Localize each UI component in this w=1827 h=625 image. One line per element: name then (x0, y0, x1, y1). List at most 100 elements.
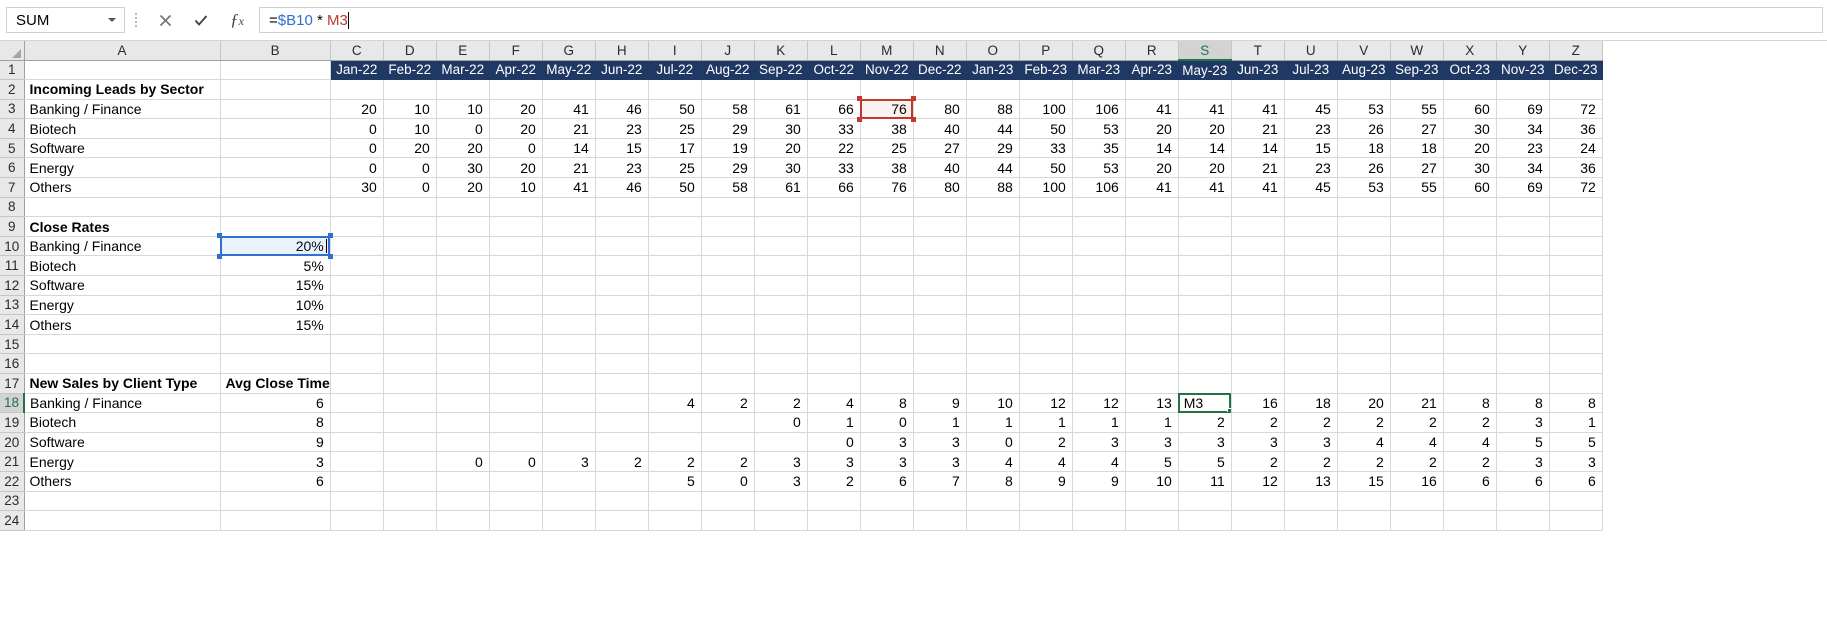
cell-G19[interactable] (542, 412, 596, 433)
cell-R6[interactable]: 20 (1125, 157, 1179, 179)
cell-R18[interactable]: 13 (1125, 393, 1179, 414)
cell-C2[interactable] (330, 79, 384, 100)
column-header-h[interactable]: H (595, 41, 649, 61)
cell-H12[interactable] (595, 275, 649, 296)
cell-F2[interactable] (489, 79, 543, 100)
cell-B6[interactable] (220, 157, 331, 179)
cell-C23[interactable] (330, 491, 384, 512)
cell-Z2[interactable] (1549, 79, 1603, 100)
column-header-u[interactable]: U (1284, 41, 1338, 61)
cell-N4[interactable]: 40 (913, 118, 967, 139)
cell-V11[interactable] (1337, 255, 1391, 277)
cell-N7[interactable]: 80 (913, 177, 967, 198)
cell-R11[interactable] (1125, 255, 1179, 277)
cell-B13[interactable]: 10% (220, 295, 331, 316)
cell-M20[interactable]: 3 (860, 432, 914, 453)
cell-Z11[interactable] (1549, 255, 1603, 277)
cell-E12[interactable] (436, 275, 490, 296)
cell-K18[interactable]: 2 (754, 393, 808, 414)
cell-K3[interactable]: 61 (754, 99, 808, 120)
cell-R17[interactable] (1125, 373, 1179, 394)
cell-A1[interactable] (24, 60, 221, 81)
cell-N14[interactable] (913, 314, 967, 335)
cell-L11[interactable] (807, 255, 861, 277)
cell-I14[interactable] (648, 314, 702, 335)
cell-C16[interactable] (330, 353, 384, 374)
cell-M1[interactable]: Nov-22 (860, 60, 914, 81)
cell-E9[interactable] (436, 216, 490, 237)
column-header-i[interactable]: I (648, 41, 702, 61)
cell-R8[interactable] (1125, 197, 1179, 218)
cell-G13[interactable] (542, 295, 596, 316)
cell-S11[interactable] (1178, 255, 1232, 277)
cell-S9[interactable] (1178, 216, 1232, 237)
cell-L8[interactable] (807, 197, 861, 218)
cell-K16[interactable] (754, 353, 808, 374)
row-header-6[interactable]: 6 (0, 157, 25, 179)
cell-I9[interactable] (648, 216, 702, 237)
cell-V18[interactable]: 20 (1337, 393, 1391, 414)
cell-P14[interactable] (1019, 314, 1073, 335)
cell-Y18[interactable]: 8 (1496, 393, 1550, 414)
cell-B4[interactable] (220, 118, 331, 139)
cell-Q21[interactable]: 4 (1072, 451, 1126, 472)
cell-I6[interactable]: 25 (648, 157, 702, 179)
cell-S3[interactable]: 41 (1178, 99, 1232, 120)
cancel-formula-button[interactable] (147, 7, 183, 33)
cell-A3[interactable]: Banking / Finance (24, 99, 221, 120)
column-header-q[interactable]: Q (1072, 41, 1126, 61)
cell-M13[interactable] (860, 295, 914, 316)
cell-N19[interactable]: 1 (913, 412, 967, 433)
cell-W3[interactable]: 55 (1390, 99, 1444, 120)
cell-T18[interactable]: 16 (1231, 393, 1285, 414)
cell-H14[interactable] (595, 314, 649, 335)
cell-N23[interactable] (913, 491, 967, 512)
cell-W22[interactable]: 16 (1390, 471, 1444, 492)
cell-B2[interactable] (220, 79, 331, 100)
cell-E1[interactable]: Mar-22 (436, 60, 490, 81)
cell-K6[interactable]: 30 (754, 157, 808, 179)
cell-K22[interactable]: 3 (754, 471, 808, 492)
cell-A2[interactable]: Incoming Leads by Sector (24, 79, 221, 100)
cell-H10[interactable] (595, 236, 649, 257)
cell-S5[interactable]: 14 (1178, 138, 1232, 159)
cell-G14[interactable] (542, 314, 596, 335)
cell-Q15[interactable] (1072, 334, 1126, 355)
cell-C3[interactable]: 20 (330, 99, 384, 120)
cell-A16[interactable] (24, 353, 221, 374)
cell-W4[interactable]: 27 (1390, 118, 1444, 139)
row-header-20[interactable]: 20 (0, 432, 25, 453)
cell-S14[interactable] (1178, 314, 1232, 335)
cell-T20[interactable]: 3 (1231, 432, 1285, 453)
cell-A19[interactable]: Biotech (24, 412, 221, 433)
cell-P5[interactable]: 33 (1019, 138, 1073, 159)
cell-X12[interactable] (1443, 275, 1497, 296)
cell-X4[interactable]: 30 (1443, 118, 1497, 139)
cell-C17[interactable] (330, 373, 384, 394)
cell-P6[interactable]: 50 (1019, 157, 1073, 179)
cell-C13[interactable] (330, 295, 384, 316)
cell-Z17[interactable] (1549, 373, 1603, 394)
cell-V15[interactable] (1337, 334, 1391, 355)
cell-J2[interactable] (701, 79, 755, 100)
cell-A6[interactable]: Energy (24, 157, 221, 179)
cell-R2[interactable] (1125, 79, 1179, 100)
cell-P3[interactable]: 100 (1019, 99, 1073, 120)
cell-X19[interactable]: 2 (1443, 412, 1497, 433)
cell-R23[interactable] (1125, 491, 1179, 512)
cell-Y12[interactable] (1496, 275, 1550, 296)
cell-C10[interactable] (330, 236, 384, 257)
cell-J24[interactable] (701, 510, 755, 531)
cell-G10[interactable] (542, 236, 596, 257)
cell-B19[interactable]: 8 (220, 412, 331, 433)
column-header-o[interactable]: O (966, 41, 1020, 61)
cell-G7[interactable]: 41 (542, 177, 596, 198)
column-header-s[interactable]: S (1178, 41, 1232, 61)
cell-H17[interactable] (595, 373, 649, 394)
cell-K14[interactable] (754, 314, 808, 335)
cell-J22[interactable]: 0 (701, 471, 755, 492)
cell-Y1[interactable]: Nov-23 (1496, 60, 1550, 81)
cell-G21[interactable]: 3 (542, 451, 596, 472)
row-header-24[interactable]: 24 (0, 510, 25, 531)
cell-Q2[interactable] (1072, 79, 1126, 100)
